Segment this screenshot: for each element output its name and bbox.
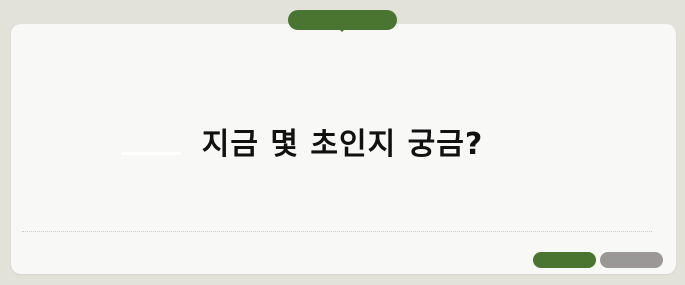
top-tab-pointer [338, 28, 346, 32]
primary-button[interactable] [533, 252, 596, 268]
dotted-divider [22, 231, 652, 232]
question-text: 지금 몇 초인지 궁금? [201, 127, 484, 162]
top-tab-pill[interactable] [288, 10, 397, 30]
secondary-button[interactable] [600, 252, 663, 268]
